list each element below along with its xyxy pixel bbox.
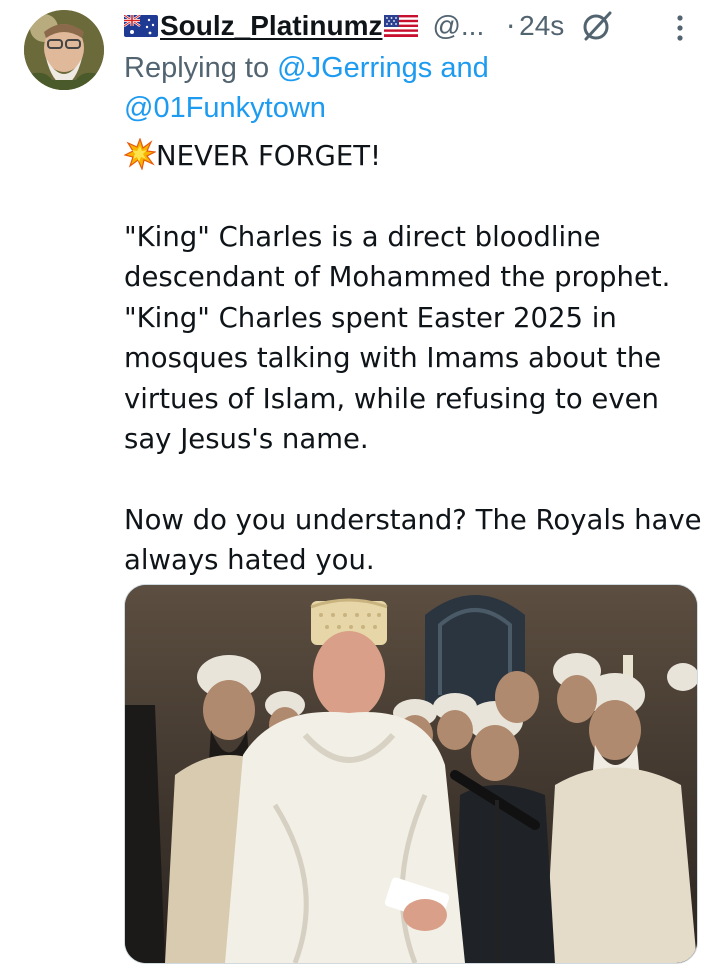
timestamp[interactable]: 24s xyxy=(519,10,564,42)
replying-to: Replying to @JGerrings and @01Funkytown xyxy=(124,48,684,128)
tweet-photo[interactable] xyxy=(124,584,698,964)
avatar[interactable] xyxy=(24,10,104,90)
display-name[interactable]: Soulz_Platinumz xyxy=(160,10,382,42)
mention-link[interactable]: @01Funkytown xyxy=(124,92,326,124)
body-paragraph: Now do you understand? The Royals have a… xyxy=(124,503,702,577)
user-handle[interactable]: @... xyxy=(432,10,484,42)
usa-flag-icon xyxy=(384,15,419,37)
mention-and[interactable]: and xyxy=(440,52,488,84)
tweet-header: Soulz_Platinumz @... · 24s xyxy=(123,6,704,46)
replying-to-label: Replying to xyxy=(124,52,270,84)
mention-link[interactable]: @JGerrings xyxy=(277,52,432,84)
collision-emoji-icon xyxy=(123,137,158,171)
body-paragraph: "King" Charles is a direct bloodline des… xyxy=(124,220,671,456)
headline-text: NEVER FORGET! xyxy=(156,140,382,172)
grok-icon[interactable] xyxy=(580,9,614,43)
headline-line: NEVER FORGET! xyxy=(123,136,704,177)
tweet-text: NEVER FORGET! "King" Charles is a direct… xyxy=(123,136,704,581)
australia-flag-icon xyxy=(123,14,158,37)
more-vertical-icon[interactable] xyxy=(672,14,688,42)
tweet[interactable]: Soulz_Platinumz @... · 24s Replying to @… xyxy=(0,0,720,972)
separator-dot: · xyxy=(506,9,516,43)
